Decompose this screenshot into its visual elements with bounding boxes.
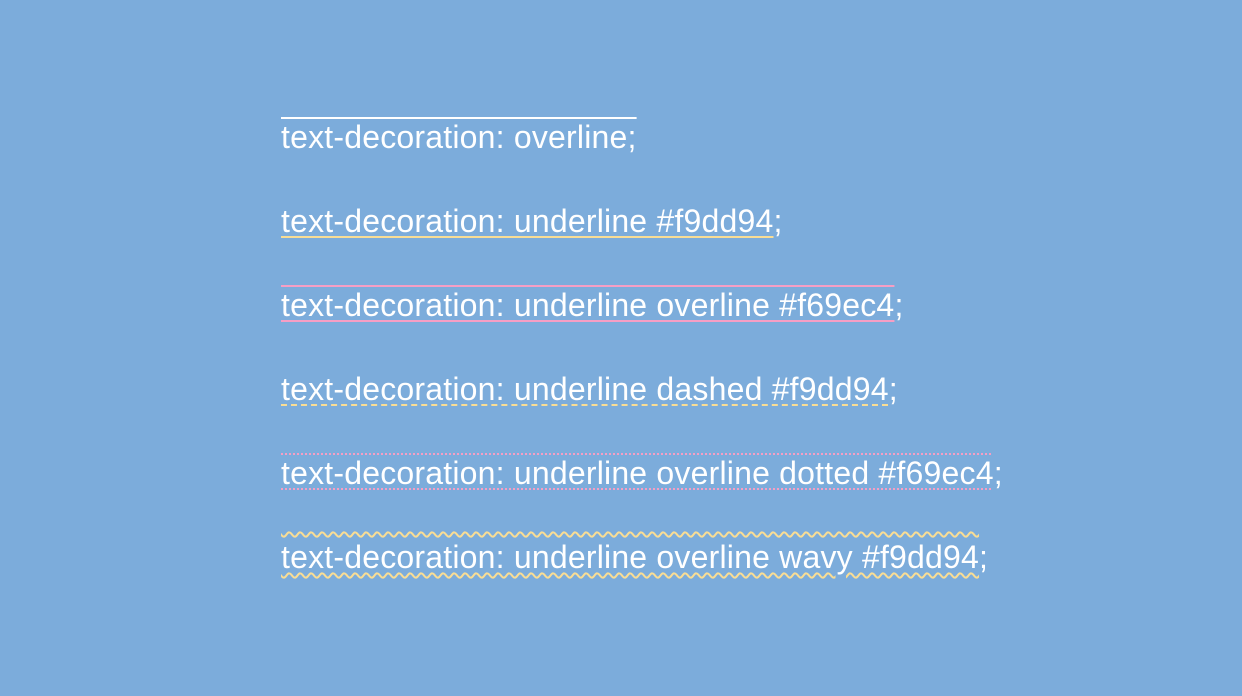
example-trail: ;	[994, 455, 1003, 491]
example-trail: ;	[894, 287, 903, 323]
example-line-dashed-yellow: text-decoration: underline dashed #f9dd9…	[281, 370, 898, 408]
example-text: text-decoration: underline #f9dd94	[281, 203, 773, 239]
example-text: text-decoration: underline overline dott…	[281, 455, 994, 491]
example-text: text-decoration: underline dashed #f9dd9…	[281, 371, 889, 407]
example-line-overline: text-decoration: overline;	[281, 118, 637, 156]
example-line-underline-yellow: text-decoration: underline #f9dd94;	[281, 202, 783, 240]
example-text: text-decoration: underline overline wavy…	[281, 539, 979, 575]
example-text: text-decoration: underline overline #f69…	[281, 287, 894, 323]
example-text: text-decoration: overline;	[281, 119, 637, 155]
example-line-wavy-yellow: text-decoration: underline overline wavy…	[281, 538, 988, 576]
example-trail: ;	[979, 539, 988, 575]
example-line-underover-pink: text-decoration: underline overline #f69…	[281, 286, 904, 324]
example-trail: ;	[773, 203, 782, 239]
example-trail: ;	[889, 371, 898, 407]
example-line-dotted-pink: text-decoration: underline overline dott…	[281, 454, 1003, 492]
example-stage: text-decoration: overline; text-decorati…	[0, 0, 1242, 696]
